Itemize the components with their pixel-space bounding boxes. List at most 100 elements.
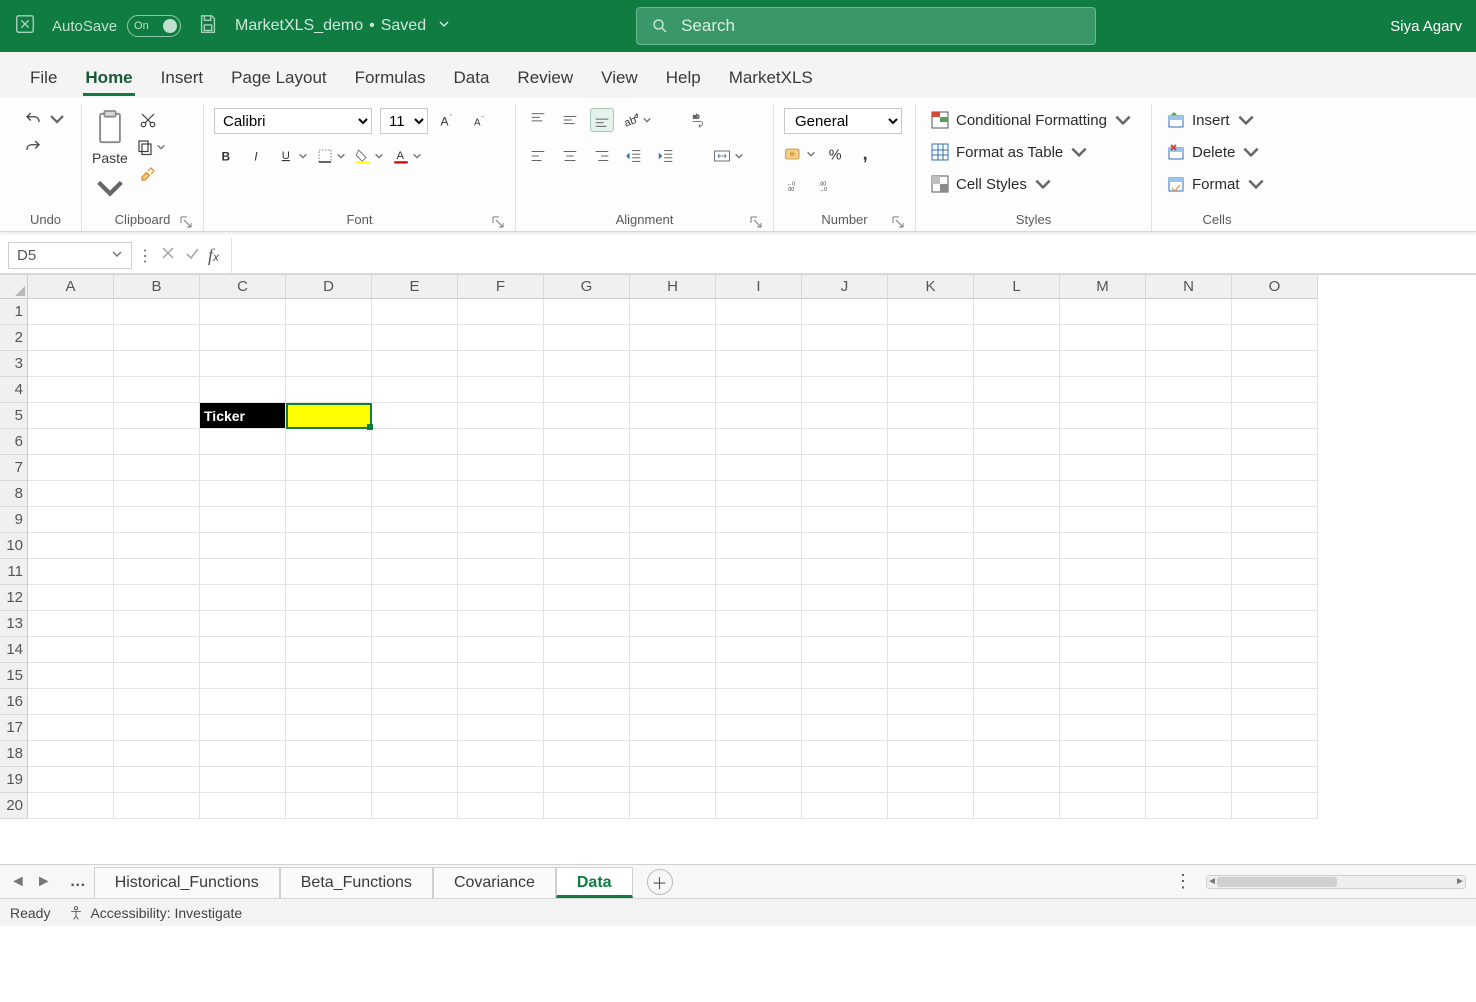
cell-E9[interactable]	[372, 507, 458, 533]
cell-N7[interactable]	[1146, 455, 1232, 481]
cell-L1[interactable]	[974, 299, 1060, 325]
cell-D19[interactable]	[286, 767, 372, 793]
cell-G12[interactable]	[544, 585, 630, 611]
cell-L15[interactable]	[974, 663, 1060, 689]
cell-N10[interactable]	[1146, 533, 1232, 559]
cell-G2[interactable]	[544, 325, 630, 351]
cell-N12[interactable]	[1146, 585, 1232, 611]
row-header[interactable]: 9	[0, 507, 28, 533]
cell-G13[interactable]	[544, 611, 630, 637]
cell-I3[interactable]	[716, 351, 802, 377]
conditional-formatting-button[interactable]: Conditional Formatting	[926, 108, 1137, 132]
enter-formula-button[interactable]	[184, 245, 200, 266]
dialog-launcher-icon[interactable]	[891, 215, 905, 229]
cell-G18[interactable]	[544, 741, 630, 767]
insert-cells-button[interactable]: Insert	[1162, 108, 1270, 132]
cell-G4[interactable]	[544, 377, 630, 403]
cell-O8[interactable]	[1232, 481, 1318, 507]
cell-M14[interactable]	[1060, 637, 1146, 663]
cell-J19[interactable]	[802, 767, 888, 793]
cell-A11[interactable]	[28, 559, 114, 585]
row-header[interactable]: 4	[0, 377, 28, 403]
row-header[interactable]: 5	[0, 403, 28, 429]
row-header[interactable]: 3	[0, 351, 28, 377]
cell-D6[interactable]	[286, 429, 372, 455]
cell-I12[interactable]	[716, 585, 802, 611]
cell-E11[interactable]	[372, 559, 458, 585]
cell-J13[interactable]	[802, 611, 888, 637]
row-header[interactable]: 20	[0, 793, 28, 819]
cell-O12[interactable]	[1232, 585, 1318, 611]
cell-D20[interactable]	[286, 793, 372, 819]
cell-D1[interactable]	[286, 299, 372, 325]
format-painter-button[interactable]	[136, 162, 160, 186]
cell-B4[interactable]	[114, 377, 200, 403]
cell-F11[interactable]	[458, 559, 544, 585]
sheet-tab[interactable]: Beta_Functions	[280, 867, 433, 898]
cell-O7[interactable]	[1232, 455, 1318, 481]
cell-I2[interactable]	[716, 325, 802, 351]
cell-K15[interactable]	[888, 663, 974, 689]
row-header[interactable]: 2	[0, 325, 28, 351]
cell-K20[interactable]	[888, 793, 974, 819]
increase-indent-button[interactable]	[654, 144, 678, 168]
cell-H11[interactable]	[630, 559, 716, 585]
cell-E12[interactable]	[372, 585, 458, 611]
cell-G20[interactable]	[544, 793, 630, 819]
cell-B19[interactable]	[114, 767, 200, 793]
autosave-control[interactable]: AutoSave On	[52, 15, 181, 37]
cell-F16[interactable]	[458, 689, 544, 715]
number-format-select[interactable]: General	[784, 108, 902, 134]
cell-H5[interactable]	[630, 403, 716, 429]
cell-K13[interactable]	[888, 611, 974, 637]
column-header[interactable]: J	[802, 275, 888, 299]
cell-E17[interactable]	[372, 715, 458, 741]
cell-N17[interactable]	[1146, 715, 1232, 741]
cell-G14[interactable]	[544, 637, 630, 663]
cell-F17[interactable]	[458, 715, 544, 741]
cell-N20[interactable]	[1146, 793, 1232, 819]
decrease-indent-button[interactable]	[622, 144, 646, 168]
increase-decimal-button[interactable]: ←0.00	[784, 174, 808, 198]
cell-H2[interactable]	[630, 325, 716, 351]
accessibility-status[interactable]: Accessibility: Investigate	[68, 905, 242, 921]
cell-M15[interactable]	[1060, 663, 1146, 689]
cell-B2[interactable]	[114, 325, 200, 351]
delete-cells-button[interactable]: Delete	[1162, 140, 1270, 164]
cell-E18[interactable]	[372, 741, 458, 767]
align-right-button[interactable]	[590, 144, 614, 168]
cell-J15[interactable]	[802, 663, 888, 689]
cell-M11[interactable]	[1060, 559, 1146, 585]
cell-E13[interactable]	[372, 611, 458, 637]
row-header[interactable]: 15	[0, 663, 28, 689]
cell-B15[interactable]	[114, 663, 200, 689]
cell-F15[interactable]	[458, 663, 544, 689]
cell-L11[interactable]	[974, 559, 1060, 585]
font-color-button[interactable]: A	[392, 147, 422, 165]
cell-L4[interactable]	[974, 377, 1060, 403]
cell-A9[interactable]	[28, 507, 114, 533]
cell-J9[interactable]	[802, 507, 888, 533]
cell-M16[interactable]	[1060, 689, 1146, 715]
cell-A13[interactable]	[28, 611, 114, 637]
cell-O14[interactable]	[1232, 637, 1318, 663]
cell-D16[interactable]	[286, 689, 372, 715]
cell-E1[interactable]	[372, 299, 458, 325]
cell-K11[interactable]	[888, 559, 974, 585]
underline-button[interactable]: U	[278, 147, 308, 165]
cell-N3[interactable]	[1146, 351, 1232, 377]
cell-D15[interactable]	[286, 663, 372, 689]
cell-O18[interactable]	[1232, 741, 1318, 767]
cell-O3[interactable]	[1232, 351, 1318, 377]
cell-I18[interactable]	[716, 741, 802, 767]
cell-J17[interactable]	[802, 715, 888, 741]
cell-B5[interactable]	[114, 403, 200, 429]
cell-F18[interactable]	[458, 741, 544, 767]
dialog-launcher-icon[interactable]	[179, 215, 193, 229]
cell-J7[interactable]	[802, 455, 888, 481]
column-header[interactable]: G	[544, 275, 630, 299]
cell-B7[interactable]	[114, 455, 200, 481]
cell-E10[interactable]	[372, 533, 458, 559]
increase-font-button[interactable]: Aˆ	[436, 109, 460, 133]
cell-G17[interactable]	[544, 715, 630, 741]
